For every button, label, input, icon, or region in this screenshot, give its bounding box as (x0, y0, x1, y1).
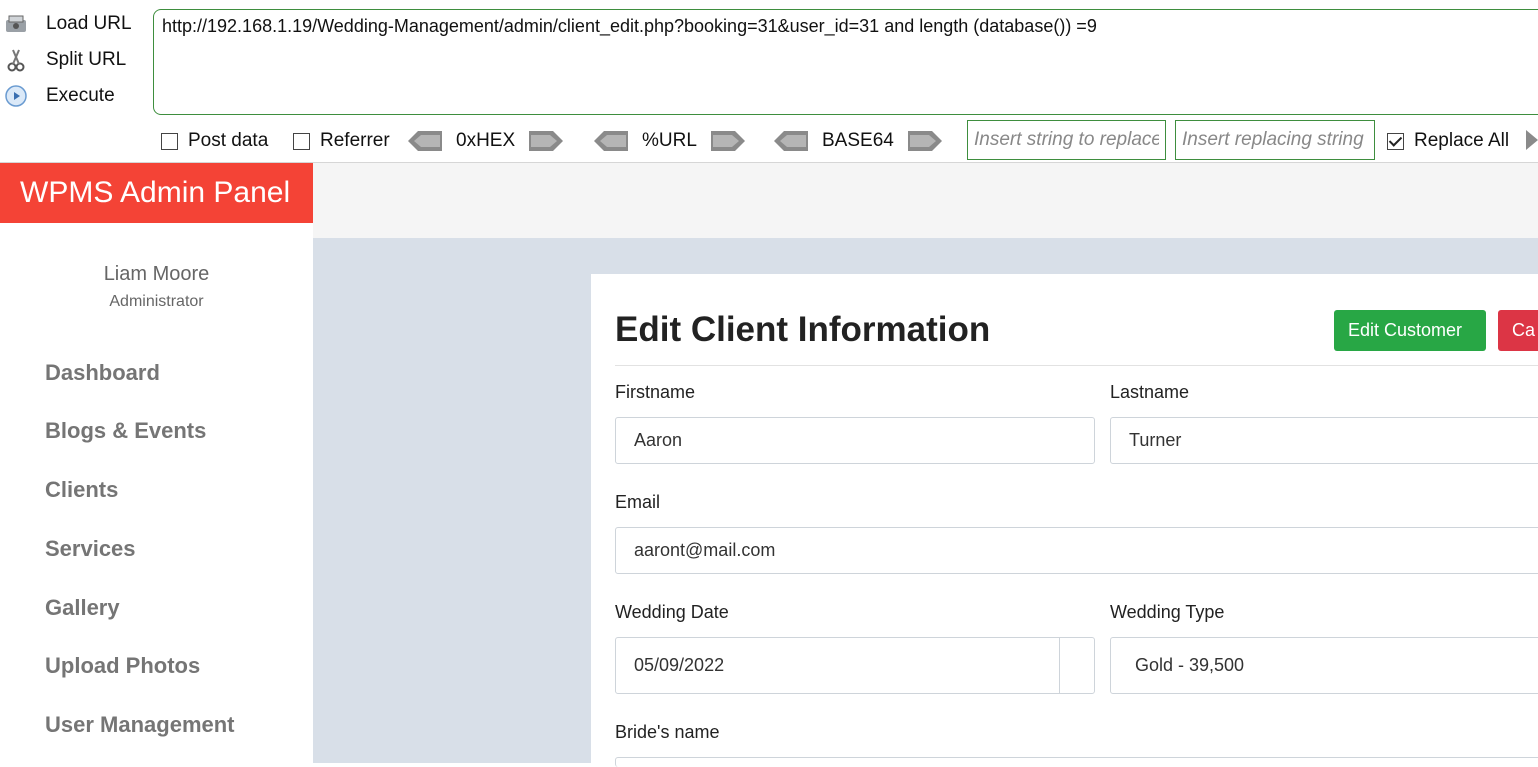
replace-all-label: Replace All (1414, 130, 1510, 151)
referrer-box[interactable] (293, 132, 310, 150)
wedding-type-label: Wedding Type (1110, 602, 1225, 622)
sidebar: Liam Moore Administrator Dashboard Blogs… (0, 223, 313, 763)
sidebar-item-user-management[interactable]: User Management (45, 712, 235, 738)
bride-name-input[interactable] (615, 757, 1538, 767)
email-label: Email (615, 492, 661, 512)
bride-name-label: Bride's name (615, 722, 720, 742)
lastname-label: Lastname (1110, 382, 1190, 402)
referrer-checkbox[interactable]: Referrer (293, 130, 390, 152)
load-url-label: Load URL (46, 13, 132, 34)
email-input[interactable] (615, 527, 1538, 574)
wedding-date-value: 05/09/2022 (634, 655, 725, 675)
date-picker-divider (1059, 638, 1060, 693)
url-decode-arrow-icon[interactable] (594, 131, 628, 151)
url-encode-label: %URL (642, 130, 697, 151)
title-divider (615, 365, 1538, 366)
base64-encode-arrow-icon[interactable] (907, 131, 942, 151)
page-title: Edit Client Information (615, 310, 991, 349)
url-input[interactable] (153, 9, 1538, 115)
edit-customer-button[interactable]: Edit Customer (1334, 310, 1486, 351)
sidebar-item-clients[interactable]: Clients (45, 477, 118, 503)
scissors-icon (4, 48, 28, 72)
sidebar-item-services[interactable]: Services (45, 536, 136, 562)
base64-encoder: BASE64 (774, 130, 942, 152)
replace-arrow-icon[interactable] (1526, 130, 1538, 150)
post-data-box[interactable] (161, 132, 178, 150)
cancel-button[interactable]: Ca (1498, 310, 1538, 351)
split-url-button[interactable]: Split URL (4, 45, 126, 75)
wedding-date-label: Wedding Date (615, 602, 729, 622)
url-encode-arrow-icon[interactable] (710, 131, 745, 151)
lastname-input[interactable] (1110, 417, 1538, 464)
hex-encoder: 0xHEX (408, 130, 564, 152)
load-url-button[interactable]: Load URL (4, 9, 132, 39)
load-url-icon (4, 12, 28, 36)
base64-decode-arrow-icon[interactable] (774, 131, 808, 151)
play-icon (4, 84, 28, 108)
wedding-type-select[interactable]: Gold - 39,500 (1110, 637, 1538, 694)
hackbar-options-row: Post data Referrer 0xHEX %URL BASE64 Rep… (0, 120, 1538, 160)
post-data-checkbox[interactable]: Post data (161, 130, 268, 152)
split-url-label: Split URL (46, 49, 127, 70)
brand-title[interactable]: WPMS Admin Panel (0, 163, 313, 223)
hex-decode-arrow-icon[interactable] (408, 131, 442, 151)
wedding-type-value: Gold - 39,500 (1135, 655, 1245, 675)
sidebar-item-blogs-events[interactable]: Blogs & Events (45, 418, 206, 444)
referrer-label: Referrer (320, 130, 390, 151)
post-data-label: Post data (188, 130, 269, 151)
replace-string-input[interactable] (967, 120, 1166, 160)
firstname-label: Firstname (615, 382, 696, 402)
edit-client-card: Edit Client Information Edit Customer Ca… (591, 274, 1538, 767)
hex-encode-arrow-icon[interactable] (529, 131, 564, 151)
base64-label: BASE64 (822, 130, 894, 151)
user-role: Administrator (109, 293, 204, 310)
sidebar-item-gallery[interactable]: Gallery (45, 595, 120, 621)
url-encoder: %URL (594, 130, 745, 152)
top-navbar (313, 163, 1538, 238)
execute-button[interactable]: Execute (4, 81, 115, 111)
hex-label: 0xHEX (456, 130, 516, 151)
hackbar-toolbar: Load URL Split URL Execute Post data Ref… (0, 0, 1538, 163)
execute-label: Execute (46, 85, 115, 106)
wedding-date-input[interactable]: 05/09/2022 (615, 637, 1095, 694)
replace-all-checkbox[interactable]: Replace All (1387, 130, 1509, 152)
sidebar-item-dashboard[interactable]: Dashboard (45, 360, 160, 386)
replacing-string-input[interactable] (1175, 120, 1375, 160)
firstname-input[interactable] (615, 417, 1095, 464)
replace-all-box[interactable] (1387, 132, 1404, 150)
sidebar-item-upload-photos[interactable]: Upload Photos (45, 653, 200, 679)
user-name: Liam Moore (103, 263, 210, 285)
